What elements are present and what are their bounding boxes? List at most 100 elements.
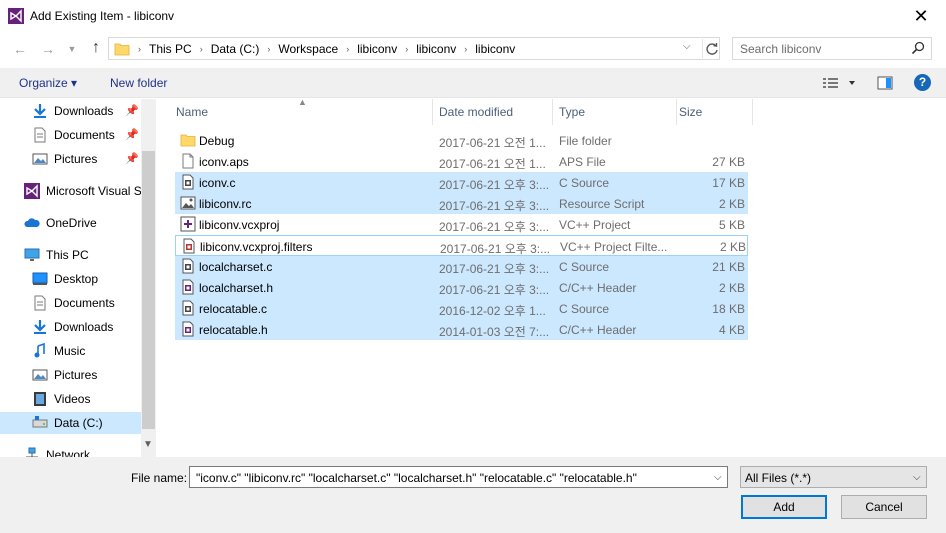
column-divider[interactable] <box>432 99 433 125</box>
breadcrumb-separator-icon[interactable]: › <box>200 44 203 54</box>
column-divider[interactable] <box>552 99 553 125</box>
nav-item[interactable]: Pictures 📌 <box>0 148 141 170</box>
back-button[interactable]: ← <box>10 40 30 58</box>
file-type: APS File <box>559 155 606 169</box>
file-date: 2014-01-03 오전 7:... <box>439 325 550 339</box>
nav-item[interactable]: Videos <box>0 388 141 410</box>
title-bar: Add Existing Item - libiconv ✕ <box>0 0 946 32</box>
nav-item[interactable]: Music <box>0 340 141 362</box>
breadcrumb-separator-icon[interactable]: › <box>346 44 349 54</box>
scrollbar-thumb[interactable] <box>142 151 155 429</box>
refresh-button[interactable] <box>702 39 718 58</box>
document-icon <box>34 127 46 143</box>
search-input[interactable]: Search libiconv <box>732 37 932 60</box>
nav-item-label: Pictures <box>54 368 98 382</box>
filters-file-icon <box>183 238 195 254</box>
breadcrumb-segment[interactable]: Workspace <box>278 42 338 56</box>
new-folder-button[interactable]: New folder <box>110 76 167 90</box>
file-row[interactable]: iconv.c 2017-06-21 오후 3:... C Source 17 KB <box>175 172 748 193</box>
file-type: C Source <box>559 302 610 316</box>
column-header-date[interactable]: Date modified <box>439 99 552 125</box>
file-row[interactable]: Debug 2017-06-21 오전 1... File folder <box>175 130 748 151</box>
chevron-down-icon[interactable]: ⌵ <box>913 472 921 483</box>
file-name-value[interactable]: "iconv.c" "libiconv.rc" "localcharset.c"… <box>196 471 637 485</box>
nav-item[interactable]: Documents <box>0 292 141 314</box>
pin-icon[interactable]: 📌 <box>125 104 139 117</box>
preview-pane-icon <box>877 76 893 90</box>
vcxproj-icon <box>180 216 196 232</box>
file-type: C/C++ Header <box>559 323 637 337</box>
up-button[interactable]: ↑ <box>86 39 106 57</box>
file-row[interactable]: libiconv.vcxproj.filters 2017-06-21 오후 3:… <box>175 235 748 256</box>
preview-pane-button[interactable] <box>877 75 893 94</box>
nav-item-label: Downloads <box>54 320 114 334</box>
breadcrumb-segment[interactable]: libiconv <box>357 42 397 56</box>
file-size: 2 KB <box>719 240 746 254</box>
chevron-down-icon[interactable]: ⌵ <box>714 472 722 483</box>
file-size: 2 KB <box>718 197 745 211</box>
nav-item-label: Downloads <box>54 104 114 118</box>
nav-item[interactable]: This PC <box>0 244 141 266</box>
navigation-pane: Downloads 📌 Documents 📌 Pictures 📌 Microsoft V… <box>0 99 156 457</box>
header-file-icon <box>182 321 194 337</box>
breadcrumb-segment[interactable]: Data (C:) <box>211 42 260 56</box>
cloud-icon <box>24 218 40 227</box>
file-type-select[interactable]: All Files (*.*) ⌵ <box>740 466 927 488</box>
breadcrumb-separator-icon[interactable]: › <box>138 44 141 54</box>
organize-button[interactable]: Organize ▾ <box>19 76 77 90</box>
change-view-button[interactable] <box>822 75 858 94</box>
file-name: Debug <box>199 134 235 148</box>
file-date: 2016-12-02 오후 1... <box>439 304 546 318</box>
file-row[interactable]: relocatable.c 2016-12-02 오후 1... C Source 1… <box>175 298 748 319</box>
file-date: 2017-06-21 오후 3:... <box>439 283 550 297</box>
nav-item[interactable]: Network <box>0 444 141 457</box>
nav-item[interactable]: Desktop <box>0 268 141 290</box>
file-row[interactable]: relocatable.h 2014-01-03 오전 7:... C/C++ He… <box>175 319 748 340</box>
nav-item[interactable]: Downloads <box>0 316 141 338</box>
file-type: C Source <box>559 176 610 190</box>
details-view-icon <box>823 78 855 88</box>
file-date: 2017-06-21 오전 1... <box>439 136 546 150</box>
file-size: 2 KB <box>718 281 745 295</box>
chevron-down-icon[interactable]: ⌵ <box>683 41 691 52</box>
nav-item[interactable]: Data (C:) <box>0 412 141 434</box>
file-name-input[interactable]: "iconv.c" "libiconv.rc" "localcharset.c"… <box>189 466 728 488</box>
column-divider[interactable] <box>752 99 753 125</box>
nav-scrollbar[interactable]: ▼ <box>141 99 156 457</box>
file-row[interactable]: libiconv.rc 2017-06-21 오후 3:... Resource S… <box>175 193 748 214</box>
visual-studio-icon <box>8 8 24 24</box>
column-header-type[interactable]: Type <box>559 99 676 125</box>
breadcrumb-segment[interactable]: libiconv <box>475 42 515 56</box>
file-row[interactable]: iconv.aps 2017-06-21 오전 1... APS File 27 KB <box>175 151 748 172</box>
pin-icon[interactable]: 📌 <box>125 128 139 141</box>
close-icon[interactable]: ✕ <box>906 4 936 28</box>
nav-item-label: Data (C:) <box>54 416 103 430</box>
breadcrumb-segment[interactable]: libiconv <box>416 42 456 56</box>
cancel-button[interactable]: Cancel <box>841 495 927 519</box>
add-button[interactable]: Add <box>741 495 827 519</box>
download-arrow-icon <box>34 104 46 118</box>
scroll-down-icon[interactable]: ▼ <box>143 439 153 450</box>
breadcrumb-segment[interactable]: This PC <box>149 42 192 56</box>
nav-item[interactable]: Microsoft Visual S <box>0 180 142 202</box>
column-divider[interactable] <box>676 99 677 125</box>
help-button[interactable]: ? <box>914 74 931 91</box>
breadcrumb-separator-icon[interactable]: › <box>405 44 408 54</box>
column-header-name[interactable]: Name <box>176 99 432 125</box>
resource-script-icon <box>180 196 196 210</box>
nav-item[interactable]: Documents 📌 <box>0 124 141 146</box>
breadcrumb-separator-icon[interactable]: › <box>267 44 270 54</box>
breadcrumb-separator-icon[interactable]: › <box>464 44 467 54</box>
nav-item[interactable]: Downloads 📌 <box>0 100 141 122</box>
column-header-size[interactable]: Size <box>679 99 752 125</box>
recent-locations-icon[interactable]: ▼ <box>62 40 82 58</box>
nav-item[interactable]: OneDrive <box>0 212 141 234</box>
file-row[interactable]: localcharset.h 2017-06-21 오후 3:... C/C++ H… <box>175 277 748 298</box>
nav-item[interactable]: Pictures <box>0 364 141 386</box>
address-bar[interactable]: › This PC › Data (C:) › Workspace › libiconv › li… <box>108 37 720 60</box>
forward-button[interactable]: → <box>38 40 58 58</box>
pin-icon[interactable]: 📌 <box>125 152 139 165</box>
file-row[interactable]: libiconv.vcxproj 2017-06-21 오후 3:... VC++ … <box>175 214 748 235</box>
file-size: 5 KB <box>718 218 745 232</box>
file-row[interactable]: localcharset.c 2017-06-21 오후 3:... C Sourc… <box>175 256 748 277</box>
